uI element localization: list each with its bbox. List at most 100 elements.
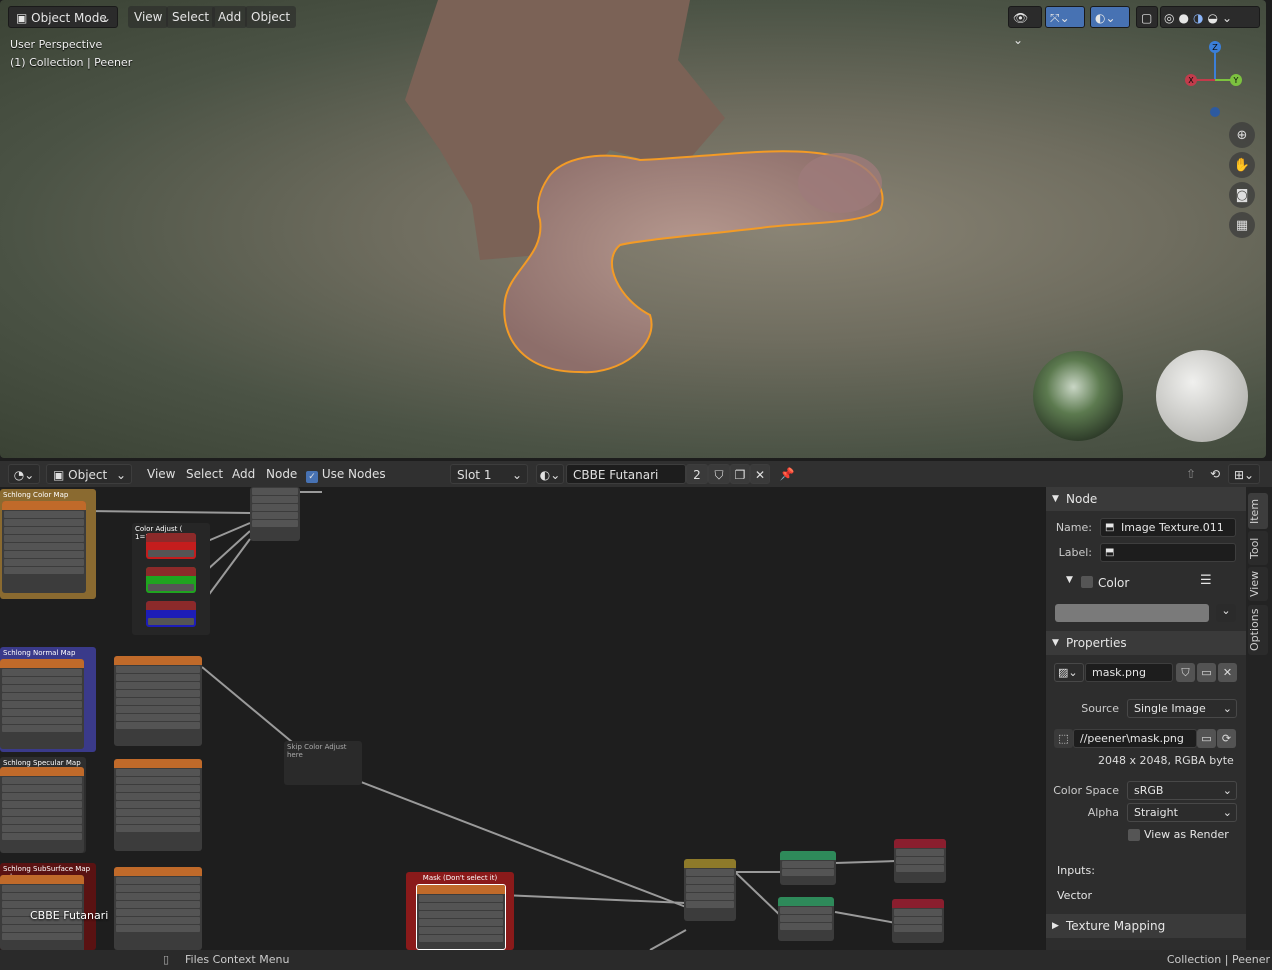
xray-icon[interactable]: ▢	[1136, 6, 1158, 28]
list-icon[interactable]: ☰	[1200, 573, 1212, 588]
value-green-node[interactable]	[146, 567, 196, 593]
duplicate-material-icon[interactable]: ❐	[730, 464, 750, 484]
pack-image-icon[interactable]: ⬚	[1054, 729, 1073, 748]
node-header	[2, 501, 86, 510]
gizmo-toggle-icon[interactable]: ⤧⌄	[1045, 6, 1085, 28]
gizmo-x-label: X	[1188, 76, 1194, 85]
zoom-icon[interactable]: ⊕	[1229, 122, 1255, 148]
image-texture-node[interactable]	[114, 759, 202, 851]
fake-user-shield-icon[interactable]: ⛉	[708, 464, 730, 484]
tab-item[interactable]: Item	[1248, 493, 1268, 529]
pan-hand-icon[interactable]: ✋	[1229, 152, 1255, 178]
color-space-label: Color Space	[1053, 784, 1119, 797]
color-swatch[interactable]	[1055, 604, 1209, 622]
image-path-field[interactable]: //peener\mask.png	[1073, 729, 1197, 748]
solid-shading-icon[interactable]: ●	[1178, 11, 1192, 25]
3d-viewport[interactable]: ▣ Object Mode ⌄ View Select Add Object 👁⌄…	[0, 0, 1266, 458]
node-label-field[interactable]: ⬒	[1100, 543, 1236, 562]
tab-tool[interactable]: Tool	[1248, 531, 1268, 565]
node-editor-canvas[interactable]: Schlong Color Map Color Adjust ( 1=Defau…	[0, 487, 1045, 950]
shading-mode-group[interactable]: ◎●◑◒⌄	[1160, 6, 1260, 28]
tab-options[interactable]: Options	[1248, 605, 1268, 655]
object-mode-dropdown[interactable]: ▣ Object Mode ⌄	[8, 6, 118, 28]
frame-schlong-color-map[interactable]: Schlong Color Map	[0, 489, 96, 599]
texture-mapping-panel-header[interactable]: ▶ Texture Mapping	[1046, 914, 1246, 938]
emission-node[interactable]	[780, 851, 836, 885]
use-nodes-checkbox[interactable]: ✓ Use Nodes	[306, 464, 386, 484]
unlink-image-icon[interactable]: ✕	[1218, 663, 1237, 682]
frame-skip-color-adjust[interactable]: Skip Color Adjust here	[284, 741, 362, 785]
image-texture-node[interactable]	[114, 867, 202, 950]
camera-icon[interactable]: ◙	[1229, 182, 1255, 208]
frame-schlong-normal-map[interactable]: Schlong Normal Map _msn	[0, 647, 96, 752]
menu-select[interactable]: Select	[166, 6, 216, 28]
tab-view[interactable]: View	[1248, 567, 1268, 601]
slot-dropdown[interactable]: Slot 1 ⌄	[450, 464, 528, 484]
status-collection: Collection | Peener	[1166, 953, 1270, 966]
visibility-icon[interactable]: 👁⌄	[1008, 6, 1042, 47]
node-name-field[interactable]: ⬒ Image Texture.011	[1100, 518, 1236, 537]
image-texture-node[interactable]	[0, 767, 84, 853]
reload-image-icon[interactable]: ⟳	[1217, 729, 1236, 748]
source-label: Source	[1081, 702, 1119, 715]
value-red-node[interactable]	[146, 533, 196, 559]
menu-node[interactable]: Node	[266, 464, 297, 484]
perspective-label: User Perspective	[10, 38, 103, 51]
image-name-field[interactable]: mask.png	[1085, 663, 1173, 682]
rendered-shading-icon[interactable]: ◒	[1207, 11, 1221, 25]
menu-add[interactable]: Add	[212, 6, 248, 28]
alpha-dropdown[interactable]: Straight ⌄	[1127, 803, 1237, 822]
frame-mask[interactable]: Mask (Don't select it)	[406, 872, 514, 950]
wireframe-shading-icon[interactable]: ◎	[1164, 11, 1178, 25]
pin-icon[interactable]: 📌	[778, 464, 796, 484]
overlay-toggle-icon[interactable]: ◐⌄	[1090, 6, 1130, 28]
image-texture-node[interactable]	[114, 656, 202, 746]
status-bar: ▯ Files Context Menu Collection | Peener	[0, 950, 1272, 970]
chevron-down-icon[interactable]: ⌄	[1216, 604, 1236, 622]
unlink-material-icon[interactable]: ✕	[750, 464, 770, 484]
diffuse-bsdf-node[interactable]	[778, 897, 834, 941]
material-output-node[interactable]	[894, 839, 946, 883]
mix-shader-node[interactable]	[684, 859, 736, 921]
snap-icon[interactable]: ⟲	[1206, 464, 1224, 484]
value-blue-node[interactable]	[146, 601, 196, 627]
node-group-node[interactable]	[250, 487, 300, 541]
menu-object[interactable]: Object	[245, 6, 297, 28]
grid-ortho-icon[interactable]: ▦	[1229, 212, 1255, 238]
image-texture-node[interactable]	[2, 501, 86, 593]
open-folder-icon[interactable]: ▭	[1197, 663, 1216, 682]
navigation-gizmo[interactable]: Z Y X	[1178, 36, 1250, 122]
frame-schlong-subsurface-map[interactable]: Schlong SubSurface Map _sk	[0, 863, 96, 950]
menu-select[interactable]: Select	[186, 464, 223, 484]
parent-tree-icon[interactable]: ⇧	[1182, 464, 1200, 484]
color-space-dropdown[interactable]: sRGB ⌄	[1127, 781, 1237, 800]
shader-type-dropdown[interactable]: ▣ Object ⌄	[46, 464, 132, 484]
vector-label: Vector	[1057, 889, 1093, 902]
image-texture-node[interactable]	[0, 659, 84, 749]
frame-color-adjust[interactable]: Color Adjust ( 1=Default)	[132, 523, 210, 635]
snap-mode-icon[interactable]: ⊞⌄	[1228, 464, 1260, 484]
material-name-field[interactable]: CBBE Futanari	[566, 464, 686, 484]
node-panel-header[interactable]: ▼ Node	[1046, 487, 1246, 511]
material-browse-icon[interactable]: ◐⌄	[536, 464, 564, 484]
menu-view[interactable]: View	[128, 6, 169, 28]
collapse-triangle-icon[interactable]: ▼	[1066, 575, 1073, 585]
image-browse-icon[interactable]: ▨⌄	[1054, 663, 1084, 682]
fake-user-shield-icon[interactable]: ⛉	[1176, 663, 1195, 682]
menu-view[interactable]: View	[147, 464, 175, 484]
material-output-node[interactable]	[892, 899, 944, 943]
image-texture-node-selected[interactable]	[416, 884, 506, 950]
frame-title: Skip Color Adjust here	[287, 743, 347, 759]
menu-add[interactable]: Add	[232, 464, 255, 484]
color-checkbox[interactable]	[1081, 576, 1093, 588]
properties-panel-header[interactable]: ▼ Properties	[1046, 631, 1246, 655]
chevron-down-icon: ⌄	[511, 468, 522, 482]
material-users-count[interactable]: 2	[686, 464, 708, 484]
frame-schlong-specular-map[interactable]: Schlong Specular Map _s	[0, 757, 86, 853]
material-shading-icon[interactable]: ◑	[1193, 11, 1207, 25]
view-as-render-checkbox[interactable]	[1128, 829, 1140, 841]
file-browser-icon[interactable]: ▭	[1197, 729, 1216, 748]
node-icon: ⬒	[1105, 522, 1115, 533]
source-dropdown[interactable]: Single Image ⌄	[1127, 699, 1237, 718]
editor-type-icon[interactable]: ◔⌄	[8, 464, 40, 484]
